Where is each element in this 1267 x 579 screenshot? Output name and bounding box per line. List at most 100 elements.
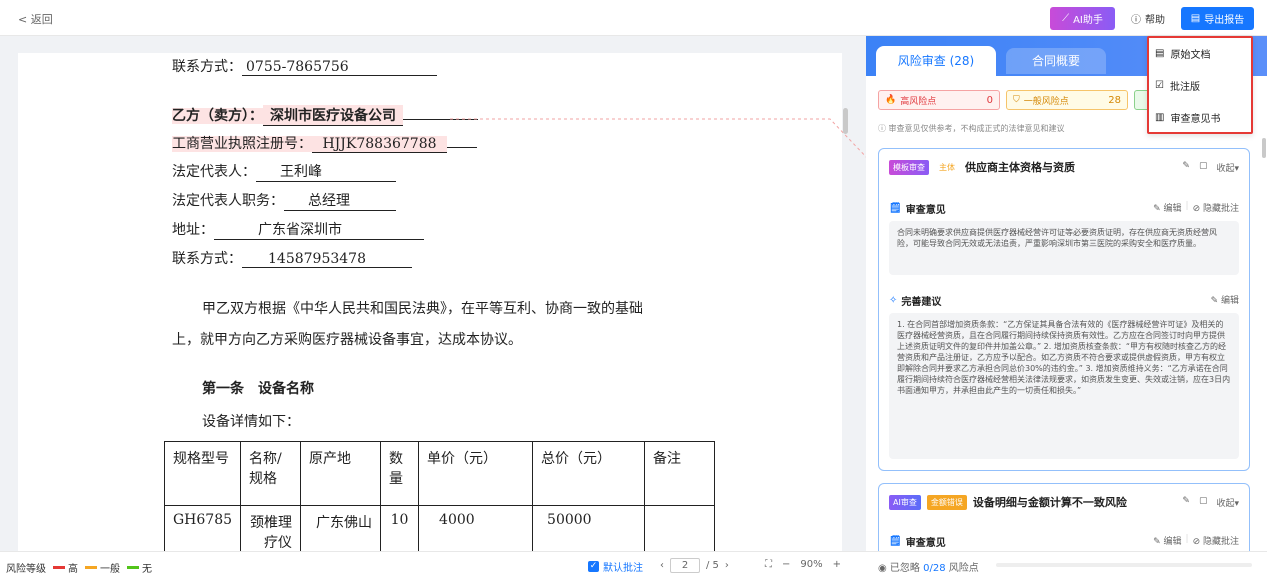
ignored-prefix: 已忽略 <box>889 563 920 574</box>
contact-label-2: 联系方式： <box>172 251 242 267</box>
hide-annotation-button[interactable]: ⊘ 隐藏批注 <box>1193 534 1239 547</box>
party-b-label: 乙方（卖方）： <box>172 108 263 124</box>
page-total: / 5 <box>706 560 719 571</box>
document-status-bar: 风险等级 高 一般 无 ✓ 默认批注 ‹ 2 / 5 › ⛶ − 90% + <box>0 551 866 579</box>
legend-mid-swatch <box>85 566 97 569</box>
panel-scrollbar[interactable] <box>1262 138 1266 158</box>
next-page-icon[interactable]: › <box>725 560 729 571</box>
mid-risk-label: 一般风险点 <box>1023 96 1069 107</box>
menu-item-label: 审查意见书 <box>1170 114 1221 125</box>
edit-icon[interactable]: ✎ <box>1182 496 1190 509</box>
edit-icon[interactable]: ✎ <box>1182 161 1190 174</box>
table-header-cell: 备注 <box>644 441 716 506</box>
ai-assistant-button[interactable]: ⟋ AI助手 <box>1050 7 1115 30</box>
equipment-table: 规格型号 名称/规格 原产地 数量 单价（元） 总价（元） 备注 GH6785 … <box>163 441 716 551</box>
zoom-controls: ⛶ − 90% + <box>765 559 841 570</box>
disclaimer-text: 审查意见仅供参考，不构成正式的法律意见和建议 <box>888 124 1065 133</box>
copy-icon[interactable]: ▢ <box>1199 496 1208 509</box>
menu-item-annotated[interactable]: ☑ 批注版 <box>1155 78 1200 93</box>
legend-mid: 一般 <box>100 564 120 575</box>
opinion-text: 合同未明确要求供应商提供医疗器械经营许可证等必要资质证明，存在供应商无资质经营风… <box>889 221 1239 275</box>
fit-screen-icon[interactable]: ⛶ <box>765 559 772 570</box>
zoom-in-icon[interactable]: + <box>833 559 841 570</box>
legend-none: 无 <box>142 564 152 575</box>
magic-wand-icon: ⟋ <box>1062 13 1070 24</box>
document-icon: 🗒 <box>889 203 902 214</box>
export-report-label: 导出报告 <box>1204 15 1245 26</box>
edit-label: 编辑 <box>1163 204 1182 214</box>
hide-label: 隐藏批注 <box>1202 537 1239 547</box>
default-annotation-toggle[interactable]: ✓ 默认批注 <box>588 559 643 574</box>
high-risk-filter[interactable]: 🔥 高风险点 0 <box>878 90 1000 110</box>
copy-icon[interactable]: ▢ <box>1199 161 1208 174</box>
table-header-row: 规格型号 名称/规格 原产地 数量 单价（元） 总价（元） 备注 <box>163 441 716 506</box>
table-cell: 50000 <box>532 505 646 551</box>
risk-card-title: 模板审查 主体 供应商主体资格与资质 <box>889 159 1075 175</box>
mid-risk-filter[interactable]: ⛉ 一般风险点 28 <box>1006 90 1128 110</box>
page-input[interactable]: 2 <box>670 558 700 573</box>
suggestion-tools: ✎ 编辑 <box>1211 293 1239 306</box>
table-row: GH6785 颈椎理疗仪 广东佛山 10 4000 50000 <box>163 505 716 551</box>
back-link[interactable]: < 返回 <box>18 11 53 27</box>
export-report-button[interactable]: ▤ 导出报告 <box>1181 7 1254 30</box>
contact-line-2: 联系方式： 14587953478 <box>172 248 412 268</box>
suggestion-heading: ✧ 完善建议 <box>889 293 941 308</box>
category-tag: 主体 <box>939 162 955 172</box>
ignored-progress-bar <box>996 563 1252 567</box>
menu-item-opinion-letter[interactable]: ▥ 审查意见书 <box>1155 110 1220 125</box>
default-annotation-label: 默认批注 <box>603 563 643 574</box>
menu-item-original-doc[interactable]: ▤ 原始文档 <box>1155 46 1210 61</box>
card-actions: ✎ ▢ 收起▾ <box>1182 161 1239 174</box>
ignored-count[interactable]: ◉ 已忽略 0/28 风险点 <box>878 559 979 574</box>
menu-item-label: 批注版 <box>1169 82 1200 93</box>
collapse-button[interactable]: 收起▾ <box>1216 496 1239 509</box>
table-header-cell: 名称/规格 <box>240 441 302 506</box>
table-cell: 10 <box>380 505 420 551</box>
party-b-line[interactable]: 乙方（卖方）： 深圳市医疗设备公司 <box>172 105 478 126</box>
edit-opinion-button[interactable]: ✎ 编辑 <box>1153 201 1181 214</box>
ignored-suffix: 风险点 <box>948 563 979 574</box>
document-icon: 🗒 <box>889 536 902 547</box>
table-cell: 颈椎理疗仪 <box>240 505 302 551</box>
prev-page-icon[interactable]: ‹ <box>660 560 664 571</box>
table-cell: 4000 <box>418 505 534 551</box>
risk-title: 设备明细与金额计算不一致风险 <box>972 496 1127 509</box>
contact-label: 联系方式： <box>172 59 242 75</box>
detail-line: 设备详情如下： <box>202 414 300 430</box>
license-line[interactable]: 工商营业执照注册号： HJJK788367788 <box>172 133 477 153</box>
edit-suggestion-button[interactable]: ✎ 编辑 <box>1211 293 1239 306</box>
report-icon: ▥ <box>1155 112 1165 123</box>
collapse-button[interactable]: 收起▾ <box>1216 161 1239 174</box>
review-type-tag: 模板审查 <box>889 159 929 175</box>
legend-none-swatch <box>127 566 139 569</box>
contact-line-1: 联系方式： 0755-7865756 <box>172 56 437 76</box>
mid-risk-count: 28 <box>1108 94 1121 106</box>
document-viewer[interactable]: 联系方式： 0755-7865756 乙方（卖方）： 深圳市医疗设备公司 工商营业执… <box>0 36 866 551</box>
panel-status-bar: ◉ 已忽略 0/28 风险点 <box>866 551 1267 579</box>
suggestion-text: 1. 在合同首部增加资质条款：“乙方保证其具备合法有效的《医疗器械经营许可证》及… <box>889 313 1239 459</box>
help-button[interactable]: ⓘ 帮助 <box>1125 7 1171 30</box>
checkbox-checked-icon[interactable]: ✓ <box>588 561 599 572</box>
question-circle-icon: ⓘ <box>1131 15 1141 26</box>
top-bar: < 返回 ⟋ AI助手 ⓘ 帮助 ▤ 导出报告 <box>0 0 1267 36</box>
review-type-tag: AI审查 <box>889 494 921 510</box>
edit-opinion-button[interactable]: ✎ 编辑 <box>1153 534 1181 547</box>
risk-card[interactable]: AI审查 金额错误 设备明细与金额计算不一致风险 ✎ ▢ 收起▾ 🗒 审查意见 … <box>878 483 1250 551</box>
risk-filter-row: 🔥 高风险点 0 ⛉ 一般风险点 28 <box>878 90 1150 110</box>
edit-label: 编辑 <box>1163 537 1182 547</box>
hide-annotation-button[interactable]: ⊘ 隐藏批注 <box>1193 201 1239 214</box>
file-export-icon: ▤ <box>1190 13 1201 24</box>
zoom-out-icon[interactable]: − <box>782 559 790 570</box>
risk-card-title: AI审查 金额错误 设备明细与金额计算不一致风险 <box>889 494 1127 510</box>
opinion-heading-label: 审查意见 <box>905 205 946 216</box>
legal-rep-value: 王利峰 <box>256 161 396 182</box>
legend-label: 风险等级 <box>6 564 46 575</box>
tab-contract-summary[interactable]: 合同概要 <box>1006 48 1106 74</box>
magic-wand-icon: ✧ <box>889 295 898 306</box>
tab-risk-review[interactable]: 风险审查 (28) <box>876 46 996 76</box>
annotate-icon: ☑ <box>1155 80 1164 91</box>
legal-title-line: 法定代表人职务： 总经理 <box>172 190 396 211</box>
help-label: 帮助 <box>1145 15 1165 26</box>
party-b-value: 深圳市医疗设备公司 <box>263 105 403 126</box>
risk-card[interactable]: 模板审查 主体 供应商主体资格与资质 ✎ ▢ 收起▾ 🗒 审查意见 ✎ 编辑 |… <box>878 148 1250 471</box>
